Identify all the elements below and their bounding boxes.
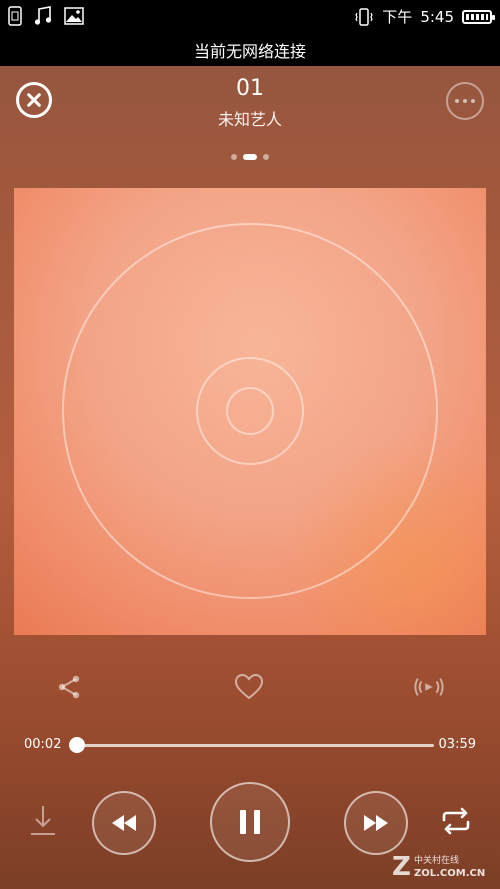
share-icon[interactable] — [54, 672, 84, 702]
album-art[interactable] — [14, 188, 486, 635]
heart-icon[interactable] — [234, 672, 264, 702]
repeat-icon[interactable] — [438, 806, 474, 836]
action-row — [0, 672, 500, 702]
page-dot — [231, 154, 237, 160]
svg-text:Z: Z — [392, 852, 411, 881]
player-header: 01 未知艺人 — [0, 66, 500, 156]
image-icon — [64, 7, 84, 25]
pause-button[interactable] — [210, 782, 290, 862]
more-options-icon[interactable] — [446, 82, 484, 120]
page-dot — [263, 154, 269, 160]
page-dot-active — [243, 154, 257, 160]
status-time-period: 下午 — [382, 8, 413, 26]
playback-progress: 00:02 03:59 — [0, 732, 500, 758]
sim-card-icon — [8, 6, 22, 26]
disc-hole — [226, 387, 274, 435]
pause-icon — [240, 810, 260, 834]
status-bar: 下午 5:45 — [0, 0, 500, 34]
rewind-icon — [112, 815, 136, 831]
disc-placeholder-icon — [62, 223, 438, 599]
zol-watermark-logo: Z 中关村在线 ZOL.COM.CN — [390, 849, 490, 882]
svg-text:中关村在线: 中关村在线 — [414, 854, 459, 866]
page-indicator — [0, 154, 500, 160]
broadcast-icon[interactable] — [414, 672, 444, 702]
status-time: 5:45 — [420, 7, 454, 26]
svg-text:ZOL.COM.CN: ZOL.COM.CN — [414, 868, 485, 879]
track-artist: 未知艺人 — [217, 110, 282, 129]
previous-button[interactable] — [92, 791, 156, 855]
seek-handle[interactable] — [68, 737, 85, 753]
current-time: 00:02 — [24, 737, 62, 752]
download-icon[interactable] — [28, 804, 58, 838]
next-button[interactable] — [344, 791, 408, 855]
seek-bar[interactable] — [68, 737, 434, 753]
total-time: 03:59 — [438, 737, 476, 752]
network-banner: 当前无网络连接 — [0, 34, 500, 66]
fast-forward-icon — [364, 815, 388, 831]
track-title: 01 — [236, 76, 264, 101]
vibrate-icon — [355, 7, 373, 26]
music-note-icon — [34, 6, 52, 25]
battery-icon — [462, 9, 495, 24]
